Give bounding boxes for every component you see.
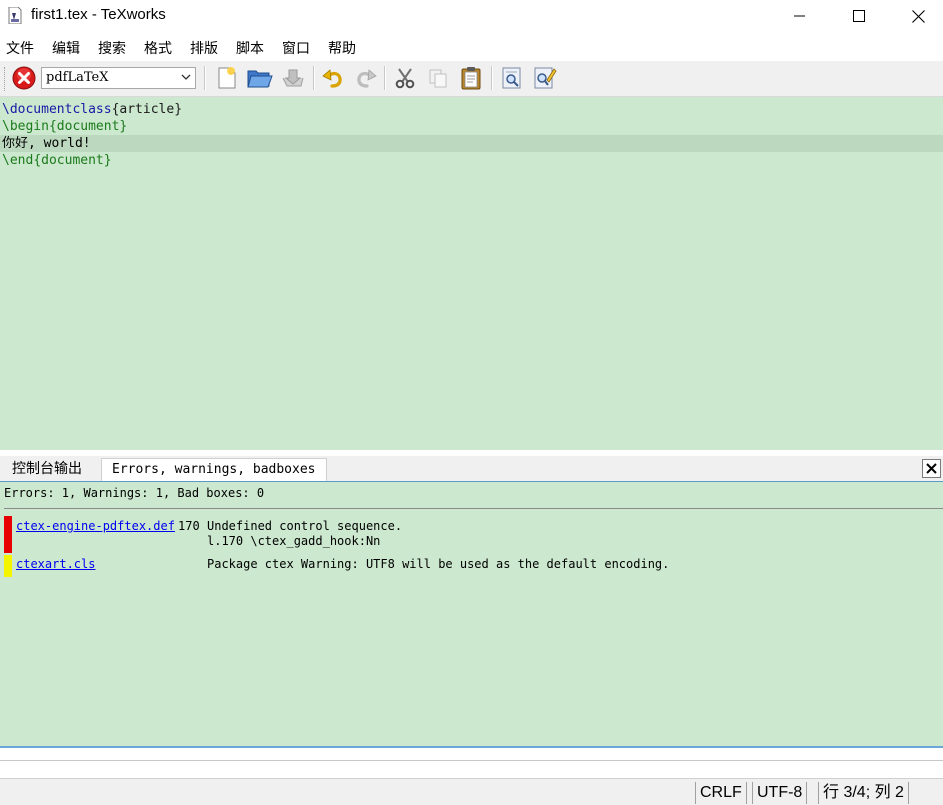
toolbar-separator (491, 66, 493, 90)
log-message: Package ctex Warning: UTF8 will be used … (207, 557, 670, 571)
chevron-down-icon (181, 74, 191, 80)
encoding-indicator[interactable]: UTF-8 (752, 782, 808, 804)
texworks-app-icon (8, 6, 22, 25)
toolbar-separator (204, 66, 206, 90)
title-bar: first1.tex - TeXworks (0, 0, 943, 32)
toolbar: pdfLaTeX (0, 61, 943, 97)
latex-argument: {article} (111, 102, 183, 117)
copy-button[interactable] (425, 65, 451, 91)
close-window-button[interactable] (895, 0, 941, 32)
minimize-button[interactable] (777, 0, 823, 32)
window-title: first1.tex - TeXworks (31, 6, 166, 23)
close-icon (911, 9, 925, 23)
menu-bar: 文件 编辑 搜索 格式 排版 脚本 窗口 帮助 (0, 36, 943, 60)
engine-value: pdfLaTeX (46, 70, 109, 85)
cut-button[interactable] (392, 65, 418, 91)
save-button[interactable] (280, 65, 306, 91)
log-panel: Errors: 1, Warnings: 1, Bad boxes: 0 cte… (0, 482, 943, 746)
open-button[interactable] (247, 65, 273, 91)
code-line: 你好, world! (2, 135, 91, 152)
paste-button[interactable] (458, 65, 484, 91)
log-summary: Errors: 1, Warnings: 1, Bad boxes: 0 (4, 486, 265, 500)
copy-icon (429, 69, 447, 88)
stop-typeset-button[interactable] (11, 65, 37, 91)
current-line-highlight (0, 135, 943, 152)
toolbar-separator (384, 66, 386, 90)
line-ending-indicator[interactable]: CRLF (695, 782, 747, 804)
redo-icon (357, 69, 377, 88)
tab-console-output[interactable]: 控制台输出 (2, 458, 92, 480)
log-file-link[interactable]: ctex-engine-pdftex.def (16, 519, 175, 533)
find-button[interactable] (499, 65, 525, 91)
new-document-icon (218, 67, 236, 89)
menu-file[interactable]: 文件 (5, 38, 35, 58)
latex-argument: {document} (33, 153, 112, 168)
output-panel-tabbar: 控制台输出 Errors, warnings, badboxes (0, 456, 943, 482)
code-line: \end{document} (2, 152, 112, 169)
undo-button[interactable] (320, 65, 346, 91)
menu-search[interactable]: 搜索 (97, 38, 127, 58)
minimize-icon (794, 15, 805, 17)
open-folder-icon (247, 70, 273, 88)
cursor-position[interactable]: 行 3/4; 列 2 (818, 782, 909, 804)
console-input-bar[interactable] (0, 748, 943, 761)
maximize-icon (853, 10, 865, 22)
paste-icon (461, 67, 481, 90)
log-line-number: 170 (178, 519, 200, 533)
code-line: \begin{document} (2, 118, 127, 135)
close-icon (926, 463, 937, 474)
typeset-engine-select[interactable]: pdfLaTeX (41, 67, 196, 89)
replace-icon (534, 67, 557, 89)
menu-scripts[interactable]: 脚本 (235, 38, 265, 58)
save-icon (282, 69, 304, 87)
divider (4, 508, 943, 509)
undo-icon (322, 69, 342, 88)
latex-command: \begin (2, 119, 49, 134)
log-detail: l.170 \ctex_gadd_hook:Nn (207, 534, 381, 548)
stop-typeset-icon (12, 66, 36, 90)
replace-button[interactable] (532, 65, 558, 91)
body-text: 你好, world! (2, 136, 91, 151)
redo-button[interactable] (353, 65, 379, 91)
log-file-link[interactable]: ctexart.cls (16, 557, 95, 571)
menu-typeset[interactable]: 排版 (189, 38, 219, 58)
error-marker (4, 516, 12, 553)
menu-help[interactable]: 帮助 (327, 38, 357, 58)
latex-command: \end (2, 153, 34, 168)
latex-argument: {document} (48, 119, 128, 134)
log-message: Undefined control sequence. (207, 519, 403, 533)
maximize-button[interactable] (836, 0, 882, 32)
code-line: \documentclass{article} (2, 101, 182, 118)
menu-format[interactable]: 格式 (143, 38, 173, 58)
tab-errors-warnings[interactable]: Errors, warnings, badboxes (101, 458, 327, 481)
latex-command: \documentclass (2, 102, 112, 117)
menu-edit[interactable]: 编辑 (51, 38, 81, 58)
status-bar: CRLF UTF-8 行 3/4; 列 2 (0, 778, 943, 805)
toolbar-grip[interactable] (4, 67, 8, 91)
menu-window[interactable]: 窗口 (281, 38, 311, 58)
find-icon (502, 67, 521, 89)
source-editor[interactable]: \documentclass{article} \begin{document}… (0, 97, 943, 450)
close-panel-button[interactable] (922, 459, 941, 478)
toolbar-separator (313, 66, 315, 90)
warning-marker (4, 555, 12, 577)
cut-icon (395, 68, 415, 89)
new-document-button[interactable] (214, 65, 240, 91)
